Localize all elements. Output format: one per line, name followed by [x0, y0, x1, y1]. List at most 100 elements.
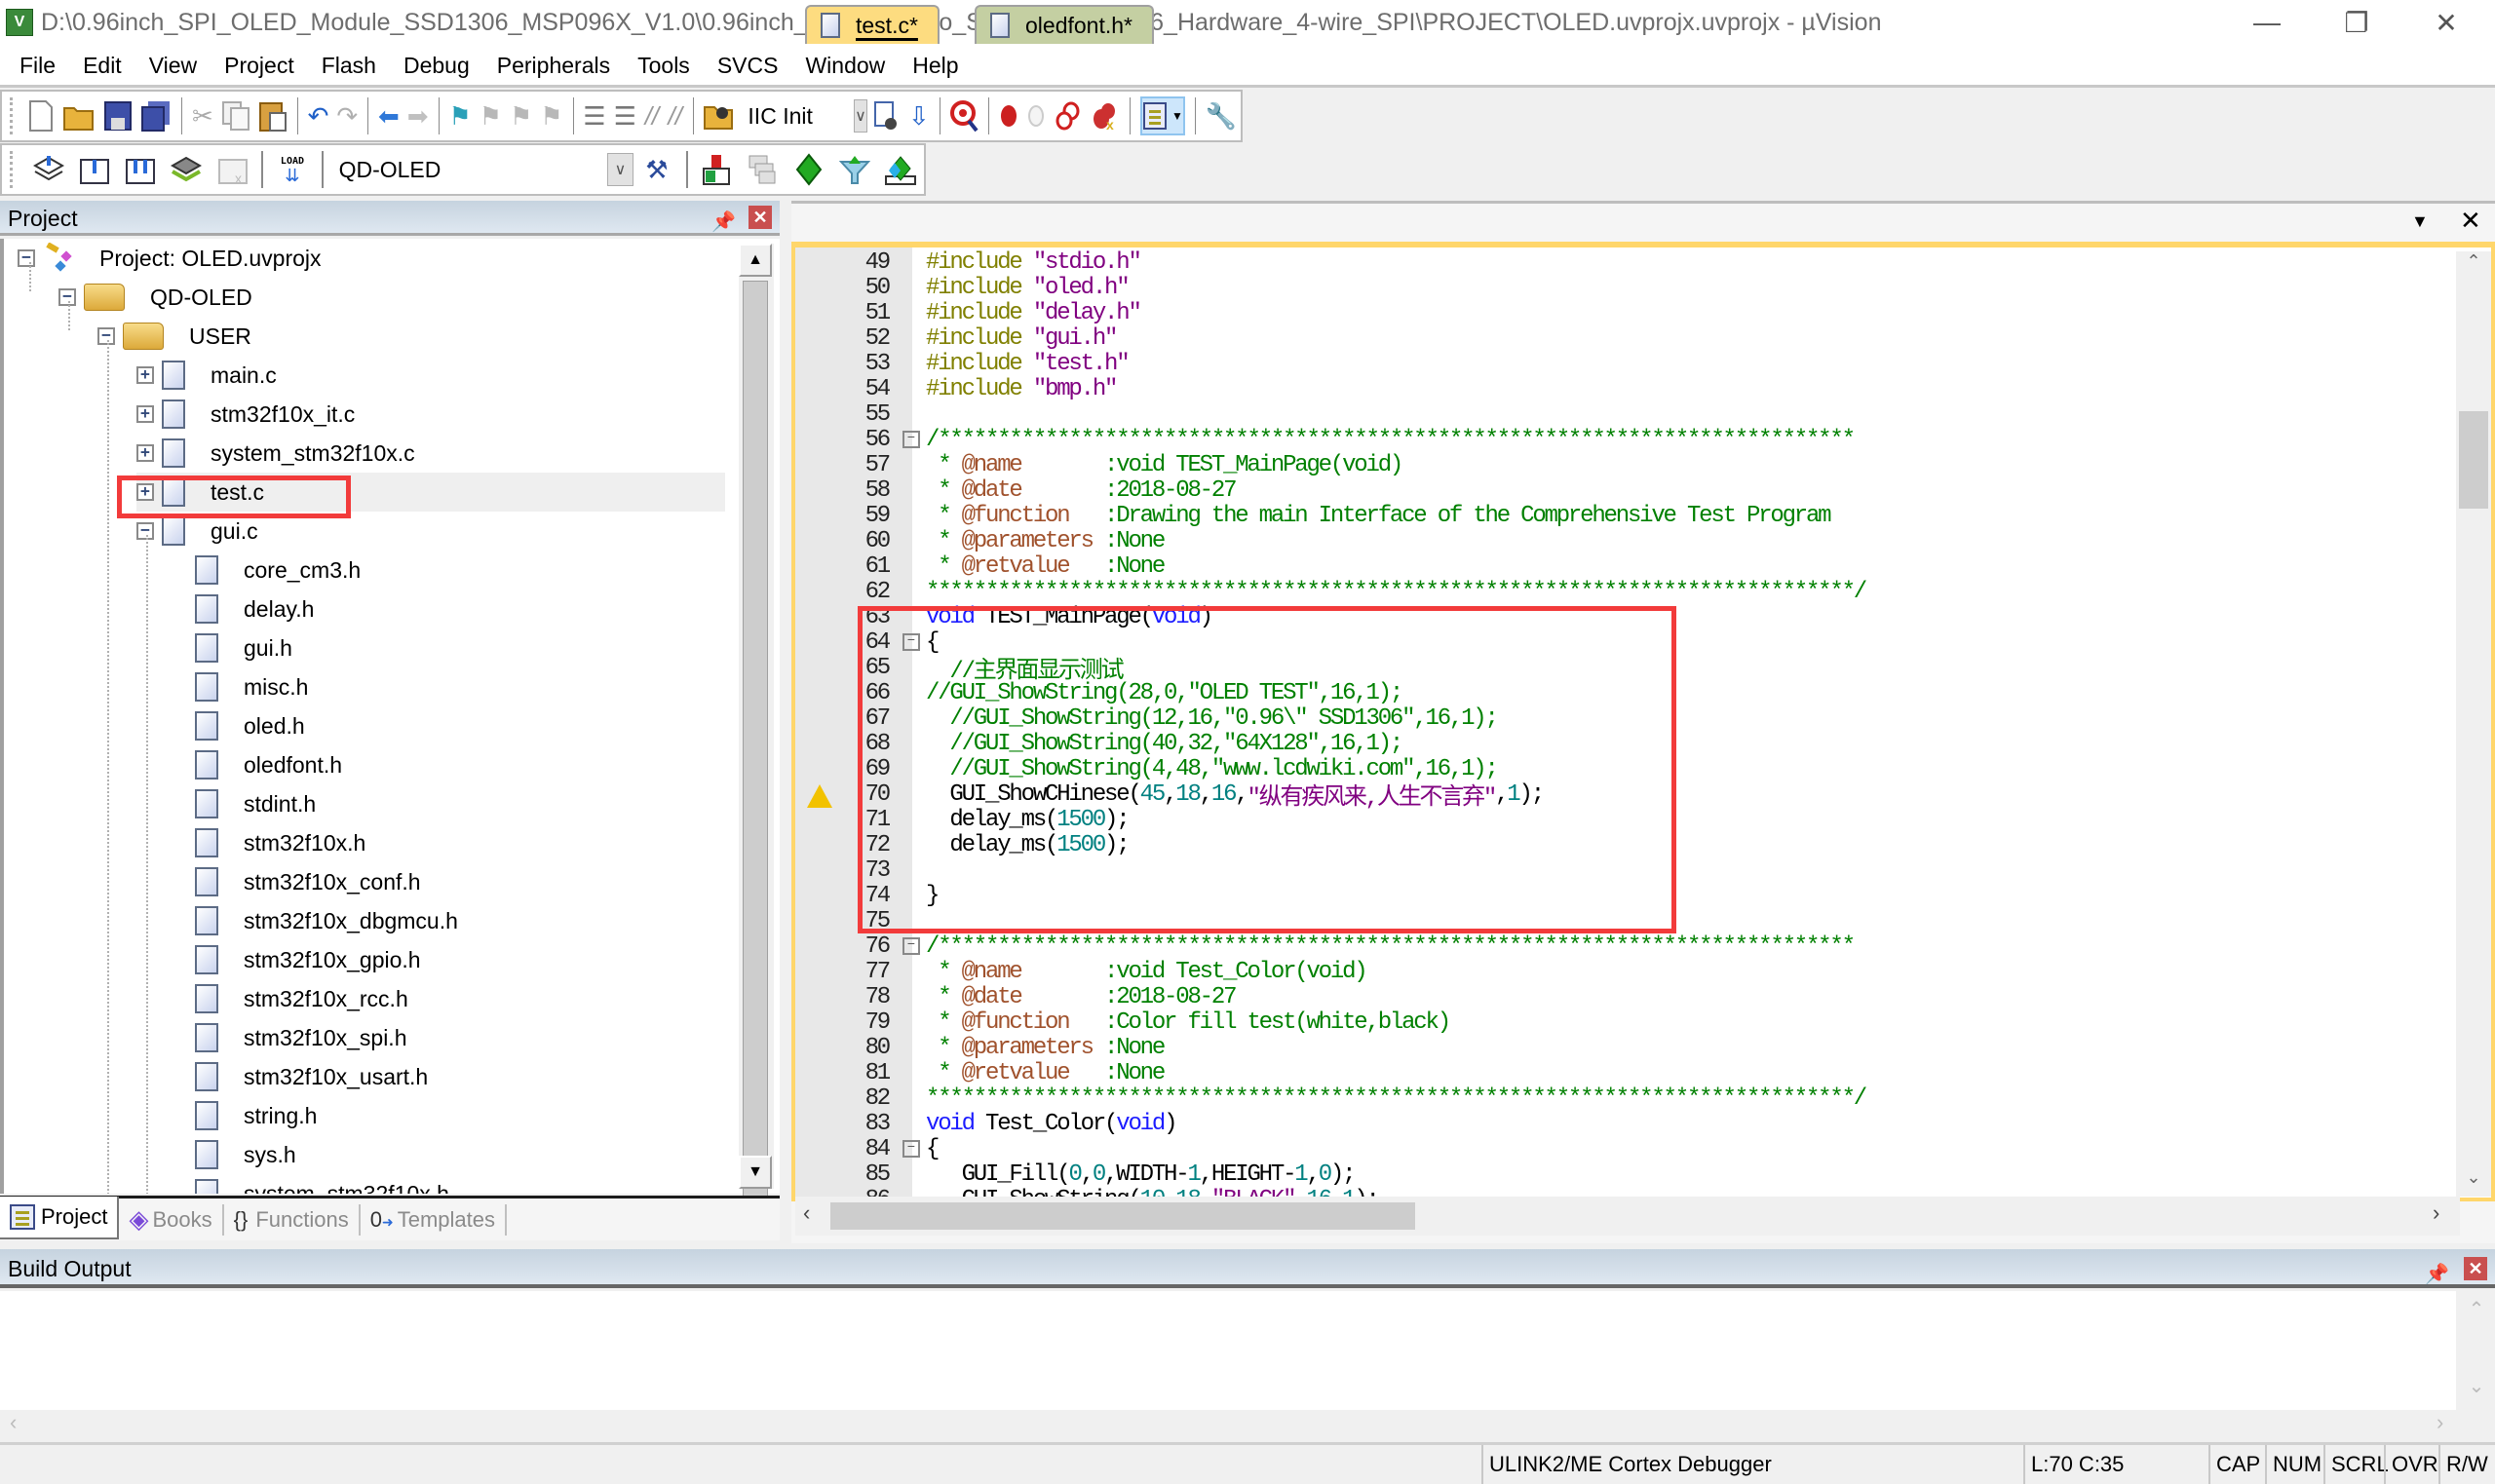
fold-toggle-icon[interactable]: −	[902, 937, 920, 955]
code-line[interactable]: 57 * @name :void TEST_MainPage(void)	[795, 452, 1404, 478]
batch-build-icon[interactable]	[168, 150, 206, 189]
tree-item[interactable]: − QD-OLED	[58, 278, 252, 317]
tree-item[interactable]: delay.h	[195, 590, 314, 628]
scroll-up-icon[interactable]: ⌃	[2458, 1297, 2495, 1321]
tab-project[interactable]: Project	[0, 1196, 120, 1239]
code-line[interactable]: 52 #include "gui.h"	[795, 325, 1119, 352]
tree-item[interactable]: + main.c	[136, 356, 277, 395]
navigate-back-icon[interactable]: ⬅	[378, 96, 400, 135]
pack-installer-icon[interactable]	[835, 150, 873, 189]
code-line[interactable]: 76−/************************************…	[795, 933, 1856, 960]
tree-item[interactable]: stm32f10x_rcc.h	[195, 979, 408, 1018]
restore-button[interactable]: ❐	[2312, 0, 2401, 45]
code-line[interactable]: 62 **************************************…	[795, 579, 1868, 605]
redo-icon[interactable]: ↷	[336, 96, 358, 135]
tree-item[interactable]: stdint.h	[195, 784, 316, 823]
menu-help[interactable]: Help	[899, 44, 972, 87]
tree-item[interactable]: stm32f10x_dbgmcu.h	[195, 901, 458, 940]
code-line[interactable]: 55	[795, 401, 926, 428]
layout-dropdown-arrow-icon[interactable]: ▼	[1171, 109, 1183, 123]
build-icon[interactable]	[75, 150, 113, 189]
tree-item[interactable]: system_stm32f10x.h	[195, 1174, 449, 1194]
collapse-icon[interactable]: −	[97, 327, 115, 345]
minimize-button[interactable]: —	[2222, 0, 2312, 45]
enable-breakpoint-icon[interactable]	[1026, 96, 1046, 135]
target-select-dropdown[interactable]: ∨	[606, 153, 634, 186]
tree-item[interactable]: + stm32f10x_it.c	[136, 395, 355, 434]
tree-item[interactable]: core_cm3.h	[195, 551, 361, 590]
scroll-down-icon[interactable]: ⌄	[2458, 1374, 2495, 1398]
fold-toggle-icon[interactable]: −	[902, 1140, 920, 1158]
scroll-up-icon[interactable]: ⌃	[2456, 251, 2491, 272]
toolbar-grip[interactable]	[10, 97, 14, 134]
scrollbar-thumb[interactable]	[743, 281, 768, 1197]
new-file-icon[interactable]	[27, 96, 55, 135]
editor-tab-test-c[interactable]: test.c*	[805, 5, 940, 44]
code-line[interactable]: 61 * @retvalue :None	[795, 553, 1167, 580]
fold-toggle-icon[interactable]: −	[902, 431, 920, 448]
build-output-horizontal-scrollbar[interactable]: ‹ ›	[0, 1410, 2495, 1439]
navigate-forward-icon[interactable]: ➡	[407, 96, 429, 135]
tree-item[interactable]: + system_stm32f10x.c	[136, 434, 415, 473]
pin-icon[interactable]: 📌	[2425, 1255, 2449, 1285]
code-line[interactable]: 81 * @retvalue :None	[795, 1060, 1167, 1086]
target-select-value[interactable]: QD-OLED	[339, 157, 597, 183]
editor-tab-oledfont-h[interactable]: oledfont.h*	[975, 5, 1154, 44]
toolbar-grip[interactable]	[10, 151, 16, 188]
stop-build-icon[interactable]: x	[213, 150, 251, 189]
project-tree-scrollbar[interactable]: ▲ ▼	[739, 244, 774, 1197]
expand-icon[interactable]: +	[136, 405, 154, 423]
tree-item[interactable]: stm32f10x_spi.h	[195, 1018, 406, 1057]
manage-project-items-icon[interactable]	[698, 150, 736, 189]
expand-icon[interactable]: +	[136, 366, 154, 384]
tree-item[interactable]: oledfont.h	[195, 745, 342, 784]
scrollbar-thumb[interactable]	[830, 1202, 1415, 1230]
code-line[interactable]: 79 * @function :Color fill test(white,bl…	[795, 1009, 1452, 1036]
warning-icon[interactable]	[807, 784, 832, 808]
tree-item[interactable]: gui.h	[195, 628, 292, 667]
menu-project[interactable]: Project	[211, 44, 308, 87]
code-line[interactable]: 85 GUI_Fill(0, 0 ,WIDTH- 1 ,HEIGHT- 1, 0);	[795, 1161, 1357, 1188]
tree-item[interactable]: oled.h	[195, 706, 305, 745]
uncomment-icon[interactable]: //	[668, 96, 683, 135]
code-line[interactable]: 78 * @date :2018-08-27	[795, 984, 1238, 1010]
tree-item[interactable]: stm32f10x_gpio.h	[195, 940, 421, 979]
menu-file[interactable]: File	[6, 44, 69, 87]
scrollbar-thumb[interactable]	[2459, 411, 2488, 509]
tab-books[interactable]: ◈ Books	[119, 1199, 221, 1241]
save-icon[interactable]	[103, 96, 133, 135]
collapse-icon[interactable]: −	[136, 522, 154, 540]
code-line[interactable]: 54 #include "bmp.h"	[795, 376, 1119, 402]
tree-item[interactable]: misc.h	[195, 667, 308, 706]
expand-icon[interactable]: +	[136, 444, 154, 462]
software-packs-icon[interactable]	[882, 150, 920, 189]
tab-functions[interactable]: {} Functions	[224, 1199, 359, 1241]
scroll-up-button[interactable]: ▲	[739, 244, 772, 277]
open-file-icon[interactable]	[62, 96, 96, 135]
tree-item[interactable]: stm32f10x_conf.h	[195, 862, 421, 901]
find-combo-dropdown[interactable]: ∨	[854, 99, 867, 133]
scroll-down-button[interactable]: ▼	[739, 1156, 772, 1189]
close-editor-tab-button[interactable]: ✕	[2460, 206, 2481, 236]
editor-horizontal-scrollbar[interactable]: ‹ ›	[795, 1197, 2460, 1236]
comment-icon[interactable]: //	[644, 96, 660, 135]
menu-svcs[interactable]: SVCS	[704, 44, 792, 87]
menu-view[interactable]: View	[135, 44, 211, 87]
editor-vertical-scrollbar[interactable]: ⌃ ⌄	[2456, 251, 2491, 1197]
tree-item[interactable]: sys.h	[195, 1135, 296, 1174]
next-bookmark-icon[interactable]: ⚑	[510, 96, 532, 135]
code-line[interactable]: 53 #include "test.h"	[795, 351, 1131, 377]
pin-icon[interactable]: 📌	[711, 205, 736, 233]
code-line[interactable]: 59 * @function :Drawing the main Interfa…	[795, 503, 1832, 529]
menu-edit[interactable]: Edit	[69, 44, 135, 87]
insert-breakpoint-icon[interactable]	[999, 96, 1018, 135]
tree-item[interactable]: string.h	[195, 1096, 317, 1135]
collapse-icon[interactable]: −	[58, 288, 76, 306]
kill-all-breakpoints-icon[interactable]: x	[1091, 96, 1120, 135]
translate-icon[interactable]	[29, 150, 67, 189]
close-project-panel-button[interactable]: ✕	[748, 206, 772, 229]
clear-bookmarks-icon[interactable]: ⚑	[540, 96, 562, 135]
menu-tools[interactable]: Tools	[624, 44, 704, 87]
select-packs-icon[interactable]	[744, 150, 782, 189]
collapse-icon[interactable]: −	[18, 249, 35, 267]
